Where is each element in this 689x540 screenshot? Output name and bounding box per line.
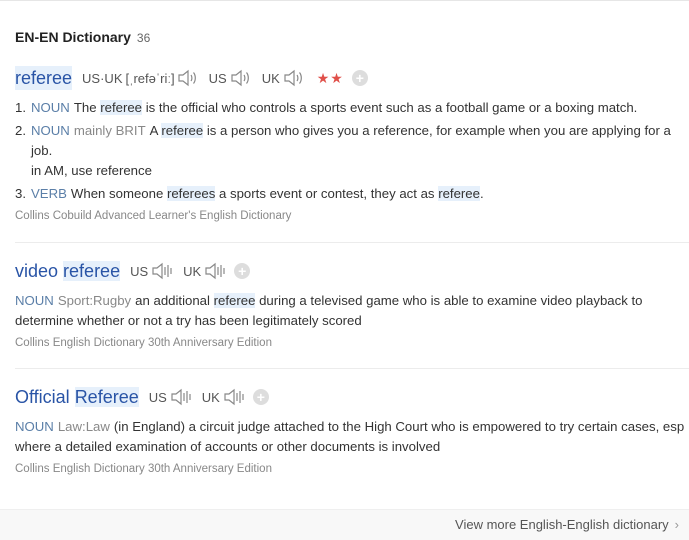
highlighted-term: referee — [100, 100, 143, 115]
part-of-speech: NOUN — [31, 100, 70, 115]
headword-line: referee US·UK [ˌrefəˈriː] US UK ★★ + — [15, 66, 689, 90]
view-more-link[interactable]: View more English-English dictionary › — [455, 517, 679, 532]
pron-uk-label: UK — [183, 263, 202, 279]
definition-text: (in England) a circuit judge attached to… — [15, 419, 685, 454]
usage-note: in AM, use reference — [31, 163, 152, 178]
pron-label: US·UK — [82, 70, 123, 86]
dictionary-source: Collins Cobuild Advanced Learner's Engli… — [15, 210, 292, 222]
dictionary-title: EN-EN Dictionary — [15, 29, 131, 45]
speaker-icon[interactable] — [204, 262, 226, 280]
definition-text: The — [73, 100, 101, 115]
entry-video-referee: video referee US UK + NOUN Sport:Rugby an … — [15, 259, 689, 349]
pron-us: US — [130, 262, 173, 280]
definition-text: a sports event or contest, they act as — [215, 186, 439, 201]
view-more-label: View more English-English dictionary — [455, 517, 669, 532]
top-divider — [0, 0, 689, 1]
part-of-speech: NOUN — [31, 123, 70, 138]
chevron-right-icon: › — [674, 517, 679, 532]
domain-label: Sport:Rugby — [57, 293, 132, 308]
entry-referee: referee US·UK [ˌrefəˈriː] US UK ★★ + 1. — [15, 66, 689, 222]
add-to-wordbook-button[interactable]: + — [252, 389, 269, 405]
sense-number: 2. — [15, 123, 26, 138]
sense-body: NOUN mainly BRIT A referee is a person who… — [15, 121, 689, 181]
headword-part: video — [15, 261, 64, 281]
part-of-speech: NOUN — [15, 293, 54, 308]
pron-us-label: US — [148, 389, 167, 405]
highlighted-term: referee — [213, 293, 256, 308]
part-of-speech: NOUN — [15, 419, 54, 434]
pron-us-uk: US·UK [ˌrefəˈriː] — [82, 69, 199, 87]
speaker-icon[interactable] — [223, 388, 245, 406]
add-to-wordbook-button[interactable]: + — [234, 263, 251, 279]
highlighted-term: referee — [161, 123, 204, 138]
headword-highlight: Referee — [74, 387, 139, 407]
dictionary-source: Collins English Dictionary 30th Annivers… — [15, 337, 272, 349]
view-more-bar: View more English-English dictionary › — [0, 509, 689, 540]
headword-link[interactable]: Official Referee — [15, 385, 139, 409]
sense-body: VERB When someone referees a sports event… — [15, 184, 689, 204]
dictionary-header: EN-EN Dictionary 36 — [15, 29, 150, 45]
domain-label: Law:Law — [57, 419, 110, 434]
frequency-stars: ★★ — [316, 69, 344, 86]
speaker-icon[interactable] — [230, 69, 252, 87]
pron-us-label: US — [130, 263, 149, 279]
headword-line: video referee US UK + — [15, 259, 689, 283]
speaker-icon[interactable] — [151, 262, 173, 280]
highlighted-term: referee — [438, 186, 480, 201]
pron-uk: UK — [183, 262, 226, 280]
sense-item: 3. VERB When someone referees a sports ev… — [15, 184, 689, 204]
usage-label: mainly BRIT — [73, 123, 146, 138]
pron-us: US — [149, 388, 192, 406]
pron-uk: UK — [262, 69, 305, 87]
dictionary-source: Collins English Dictionary 30th Annivers… — [15, 463, 272, 475]
definition-text: . — [479, 186, 484, 201]
sense-item: 2. NOUN mainly BRIT A referee is a person … — [15, 121, 689, 181]
sense-number: 1. — [15, 100, 26, 115]
entry-divider — [15, 242, 689, 243]
headword-part: Official — [15, 387, 75, 407]
part-of-speech: VERB — [31, 186, 67, 201]
pron-uk-label: UK — [201, 389, 220, 405]
highlighted-term: referees — [166, 186, 216, 201]
speaker-icon[interactable] — [177, 69, 199, 87]
headword-highlight: referee — [63, 261, 121, 281]
phonetic: [ˌrefəˈriː] — [125, 70, 175, 86]
definition: NOUN Sport:Rugby an additional referee dur… — [15, 291, 689, 331]
headword-link[interactable]: video referee — [15, 259, 121, 283]
add-to-wordbook-button[interactable]: + — [351, 70, 368, 86]
pron-uk-label: UK — [261, 70, 280, 86]
result-count: 36 — [136, 31, 151, 45]
definition-text: is the official who controls a sports ev… — [142, 100, 638, 115]
speaker-icon[interactable] — [170, 388, 192, 406]
pron-us-label: US — [208, 70, 227, 86]
definition-text: A — [149, 123, 162, 138]
headword-line: Official Referee US UK + — [15, 385, 689, 409]
sense-item: 1. NOUN The referee is the official who c… — [15, 98, 689, 118]
sense-list: 1. NOUN The referee is the official who c… — [15, 98, 689, 204]
speaker-icon[interactable] — [283, 69, 305, 87]
sense-number: 3. — [15, 186, 26, 201]
pron-us: US — [209, 69, 252, 87]
entry-divider — [15, 368, 689, 369]
definition: NOUN Law:Law (in England) a circuit judge … — [15, 417, 689, 457]
definition-text: When someone — [70, 186, 167, 201]
sense-body: NOUN The referee is the official who cont… — [15, 98, 689, 118]
definition-text: an additional — [135, 293, 214, 308]
headword-link[interactable]: referee — [15, 66, 73, 90]
entry-official-referee: Official Referee US UK + NOUN Law:Law (in … — [15, 385, 689, 475]
pron-uk: UK — [202, 388, 245, 406]
